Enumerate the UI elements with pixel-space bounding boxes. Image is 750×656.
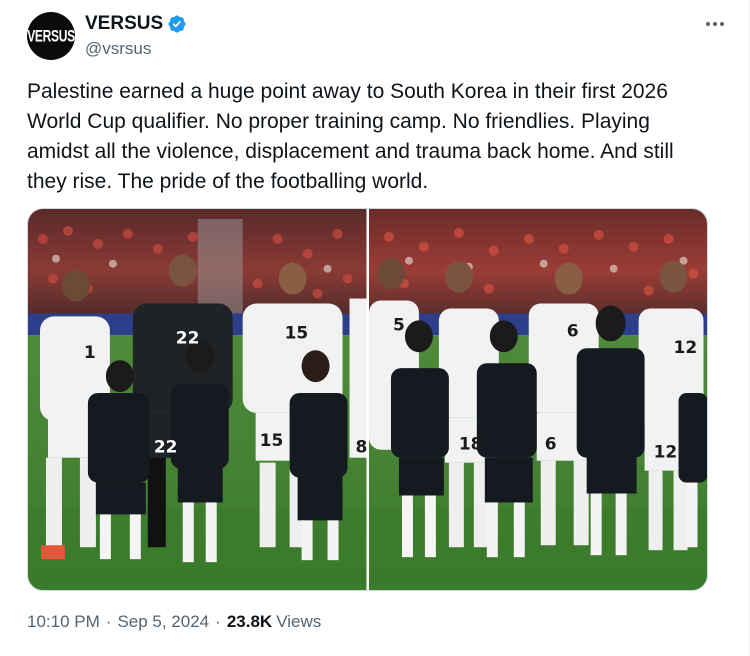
verified-badge-icon[interactable] <box>167 14 187 34</box>
views-label: Views <box>276 612 322 631</box>
team-photo-right-image: 5 6 18 6 12 12 <box>368 209 707 590</box>
jersey-number: 6 <box>566 320 578 340</box>
jersey-number: 15 <box>285 322 309 342</box>
team-photo-left-image: 1 22 22 15 15 8 <box>28 209 367 590</box>
jersey-number: 18 <box>458 434 482 454</box>
author-handle[interactable]: @vsrsus <box>85 39 187 59</box>
more-dot <box>706 22 710 26</box>
tweet-card: VERSUS VERSUS @vsrsus Palestine earned a… <box>0 0 750 656</box>
more-dot <box>720 22 724 26</box>
meta-separator: · <box>105 612 112 631</box>
tweet-meta: 10:10 PM · Sep 5, 2024 · 23.8K Views <box>27 612 321 632</box>
jersey-number: 22 <box>176 327 200 347</box>
tweet-time[interactable]: 10:10 PM <box>27 612 100 632</box>
jersey-number: 12 <box>653 442 677 462</box>
author-display-name[interactable]: VERSUS <box>85 13 163 35</box>
avatar-logo-text: VERSUS <box>27 26 75 46</box>
tweet-date[interactable]: Sep 5, 2024 <box>117 612 209 632</box>
jersey-number: 6 <box>544 434 556 454</box>
jersey-number: 15 <box>260 430 284 450</box>
more-dot <box>713 22 717 26</box>
jersey-number: 5 <box>392 314 404 334</box>
team-photo-right[interactable]: 5 6 18 6 12 12 <box>368 209 707 590</box>
name-row: VERSUS <box>85 12 187 36</box>
jersey-number: 1 <box>84 342 96 362</box>
tweet-media[interactable]: 1 22 22 15 15 8 5 6 18 6 12 12 <box>27 208 708 591</box>
tweet-text: Palestine earned a huge point away to So… <box>27 80 674 193</box>
views-count[interactable]: 23.8K <box>227 612 272 632</box>
author-info: VERSUS @vsrsus <box>85 12 187 59</box>
jersey-number: 22 <box>154 437 178 457</box>
meta-separator: · <box>215 612 221 631</box>
author-avatar[interactable]: VERSUS <box>27 12 75 60</box>
more-options-icon[interactable] <box>703 14 727 34</box>
jersey-number: 8 <box>356 437 367 457</box>
team-photo-left[interactable]: 1 22 22 15 15 8 <box>28 209 367 590</box>
jersey-number: 12 <box>673 337 697 357</box>
